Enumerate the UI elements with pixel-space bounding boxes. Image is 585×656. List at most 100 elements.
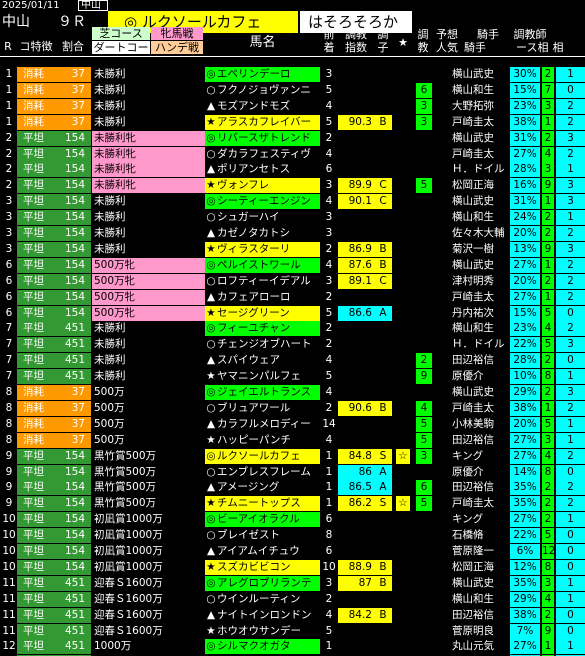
row-trainer-pct: 29% [510,591,540,607]
row-horse[interactable]: ◎シルマクオガタ [205,639,320,655]
table-row[interactable]: 9 平坦 154 黒竹賞500万 ★チムニートップス 1 86.2 S ☆ 5 戸崎圭太 35% 2 2 [0,496,585,512]
table-row[interactable]: 10 平坦 154 初凪賞1000万 ○ブレイゼスト 8 石橋脩 22% 5 0 [0,528,585,544]
row-trainer-pct: 23% [510,98,540,114]
row-class: 500万牝 [92,257,205,273]
table-row[interactable]: 7 平坦 451 未勝利 ▲ スパイウェア 4 2 田辺裕信 28% 2 0 [0,353,585,369]
table-row[interactable]: 11 平坦 451 迎春Ｓ1600万 ◎アレグロブリランテ 3 87 B 横山武史 35% 3 1 [0,575,585,592]
row-horse[interactable]: ★セージグリーン [205,305,320,321]
table-row[interactable]: 2 平坦 154 未勝利牝 ▲ ポリアンセトス 6 Ｈ．ドイル 28% 3 1 [0,162,585,178]
row-horse[interactable]: ○ブレイゼスト [205,528,320,543]
table-row[interactable]: 3 平坦 154 未勝利 ▲ カゼノタカトシ 3 佐々木大輔 20% 2 2 [0,226,585,242]
table-row[interactable]: 7 平坦 451 未勝利 ★ヤマニンパルフェ 5 9 原優介 10% 8 1 [0,369,585,385]
row-horse[interactable]: ▲ カゼノタカトシ [205,226,320,241]
table-row[interactable]: 8 消耗 37 500万 ★ハッピーパンチ 4 5 田辺裕信 27% 3 1 [0,432,585,449]
row-condition [374,321,392,336]
row-trainer-pct: 27% [510,289,540,305]
row-horse[interactable]: ◎フィーユチャン [205,321,320,337]
table-row[interactable]: 3 平坦 154 未勝利 ★ヴィラスターリ 2 86.9 B 菊沢一樹 13% 9 3 [0,241,585,258]
row-horse[interactable]: ○ロフティーイデアル [205,274,320,289]
row-horse[interactable]: ○ブリュアワール [205,401,320,416]
row-condition [374,337,392,352]
table-row[interactable]: 9 平坦 154 黒竹賞500万 ○エンブレスフレーム 1 86 A 原優介 14% 8 0 [0,464,585,481]
col-r: R [4,40,12,53]
row-horse[interactable]: ◎アレグロブリランテ [205,575,320,591]
table-row[interactable]: 6 平坦 154 500万牝 ▲ カフェアローロ 2 戸崎圭太 27% 1 2 [0,289,585,306]
table-row[interactable]: 9 平坦 154 黒竹賞500万 ▲ アメージング 1 86.5 A 6 田辺裕信 35% 2 2 [0,480,585,496]
row-popularity: 3 [416,114,432,130]
mark-icon: ◎ [206,449,216,462]
table-row[interactable]: 6 平坦 154 500万牝 ★セージグリーン 5 86.6 A 丹内祐次 15% 5 0 [0,305,585,322]
row-horse[interactable]: ★ヴィラスターリ [205,241,320,257]
table-row[interactable]: 6 平坦 154 500万牝 ○ロフティーイデアル 3 89.1 C 津村明秀 20% 2 2 [0,273,585,290]
table-row[interactable]: 11 平坦 451 迎春Ｓ1600万 ▲ ナイトインロンドン 4 84.2 B 田辺裕信 38% 2 0 [0,607,585,624]
row-popularity [416,194,432,209]
table-row[interactable]: 2 平坦 154 未勝利牝 ○ダカラフェスティヴ 4 戸崎圭太 27% 4 2 [0,146,585,163]
row-horse[interactable]: ★アラスカフレイバー [205,114,320,130]
row-horse[interactable]: ▲ スパイウェア [205,353,320,368]
table-row[interactable]: 2 平坦 154 未勝利牝 ◎リバースザトレンド 2 横山武史 31% 2 3 [0,130,585,147]
row-horse[interactable]: ▲ ポリアンセトス [205,162,320,177]
row-horse[interactable]: ○ダカラフェスティヴ [205,147,320,162]
row-horse[interactable]: ○エンブレスフレーム [205,465,320,480]
table-row[interactable]: 3 平坦 154 未勝利 ○シュガーハイ 3 横山和生 24% 2 1 [0,210,585,226]
col-teach1: 調 [417,28,429,41]
row-horse[interactable]: ○フクノジョヴァンニ [205,83,320,98]
row-horse[interactable]: ◎エペリンデーロ [205,67,320,82]
table-row[interactable]: 11 平坦 451 迎春Ｓ1600万 ★ホウオウサンデー 5 菅原明良 7% 9 0 [0,623,585,640]
table-row[interactable]: 7 平坦 451 未勝利 ○チェンジオブハート 2 Ｈ．ドイル 22% 5 3 [0,337,585,353]
mark-icon: ▲ [206,354,216,367]
row-horse[interactable]: ▲ アメージング [205,480,320,495]
table-row[interactable]: 8 消耗 37 500万 ○ブリュアワール 2 90.6 B 4 戸崎圭太 38% 1 2 [0,400,585,417]
horse-name: ビーアイオラクル [217,513,300,526]
table-row[interactable]: 10 平坦 154 初凪賞1000万 ◎ビーアイオラクル 6 キング 27% 2 1 [0,512,585,528]
row-trainer-rank: 2 [542,130,554,146]
mark-icon: ◎ [206,386,216,398]
row-horse[interactable]: ○シュガーハイ [205,210,320,225]
row-horse[interactable]: ▲ ナイトインロンドン [205,608,320,623]
row-horse[interactable]: ◎ペルイストワール [205,257,320,273]
row-trainer-pct: 29% [510,385,540,400]
mark-icon: ▲ [206,545,216,557]
row-horse[interactable]: ◎シーティーエンジン [205,194,320,210]
table-row[interactable]: 10 平坦 154 初凪賞1000万 ▲ アイアムイチュウ 6 菅原隆一 6% 12 0 [0,544,585,560]
row-horse[interactable]: ★チムニートップス [205,496,320,512]
table-row[interactable]: 11 平坦 451 迎春Ｓ1600万 ○ウインルーティン 2 横山和生 29% 4 1 [0,591,585,608]
row-horse[interactable]: ◎ルクソールカフェ [205,448,320,464]
table-row[interactable]: 8 消耗 37 500万 ◎ジェイエルトランス 4 横山武史 29% 2 3 [0,385,585,401]
row-horse[interactable]: ○チェンジオブハート [205,337,320,352]
row-horse[interactable]: ▲ カラフルメロディー [205,417,320,432]
table-row[interactable]: 1 消耗 37 未勝利 ○フクノジョヴァンニ 5 6 横山和生 15% 7 0 [0,82,585,99]
col-jock1: 騎手 [477,28,499,41]
table-row[interactable]: 6 平坦 154 500万牝 ◎ペルイストワール 4 87.6 B 横山武史 27% 1 2 [0,257,585,274]
table-row[interactable]: 7 平坦 451 未勝利 ◎フィーユチャン 2 横山和生 23% 4 2 [0,321,585,337]
row-horse[interactable]: ★スズカビビコン [205,559,320,575]
row-horse[interactable]: ★ヴォンフレ [205,178,320,194]
row-popularity [416,67,432,82]
table-row[interactable]: 2 平坦 154 未勝利牝 ★ヴォンフレ 3 89.9 C 5 松岡正海 16% 9 3 [0,178,585,194]
row-horse[interactable]: ▲ カフェアローロ [205,290,320,305]
row-horse[interactable]: ★ホウオウサンデー [205,624,320,639]
row-horse[interactable]: ★ヤマニンパルフェ [205,369,320,384]
table-row[interactable]: 9 平坦 154 黒竹賞500万 ◎ルクソールカフェ 1 84.8 S ☆ 3 キング 27% 4 2 [0,448,585,465]
row-horse[interactable]: ★ハッピーパンチ [205,433,320,448]
table-row[interactable]: 12 平坦 451 1000万 ◎シルマクオガタ 1 丸山元気 27% 1 1 [0,639,585,655]
row-horse[interactable]: ▲ アイアムイチュウ [205,544,320,559]
row-ratio: 154 [57,257,91,273]
row-condition: S [374,448,392,464]
row-horse[interactable]: ▲ モズアンドモズ [205,99,320,114]
row-index [338,147,374,162]
table-row[interactable]: 10 平坦 154 初凪賞1000万 ★スズカビビコン 10 88.9 B 松岡正海 12% 8 0 [0,559,585,576]
row-index: 86.2 [338,496,374,512]
row-class: 未勝利牝 [92,162,205,178]
table-row[interactable]: 8 消耗 37 500万 ▲ カラフルメロディー 14 5 小林美駒 20% 5 1 [0,416,585,433]
table-row[interactable]: 1 消耗 37 未勝利 ★アラスカフレイバー 5 90.3 B 3 戸崎圭太 38% 1 2 [0,114,585,131]
row-horse[interactable]: ◎リバースザトレンド [205,130,320,146]
row-horse[interactable]: ○ウインルーティン [205,592,320,607]
row-jockey: Ｈ．ドイル [452,163,505,176]
table-row[interactable]: 3 平坦 154 未勝利 ◎シーティーエンジン 4 90.1 C 横山武史 31% 1 3 [0,194,585,210]
row-trainer-pct: 14% [510,464,540,480]
table-row[interactable]: 1 消耗 37 未勝利 ◎エペリンデーロ 3 横山武史 30% 2 1 [0,67,585,83]
row-horse[interactable]: ◎ジェイエルトランス [205,385,320,400]
table-row[interactable]: 1 消耗 37 未勝利 ▲ モズアンドモズ 4 3 大野拓弥 23% 3 2 [0,98,585,115]
row-horse[interactable]: ◎ビーアイオラクル [205,512,320,528]
